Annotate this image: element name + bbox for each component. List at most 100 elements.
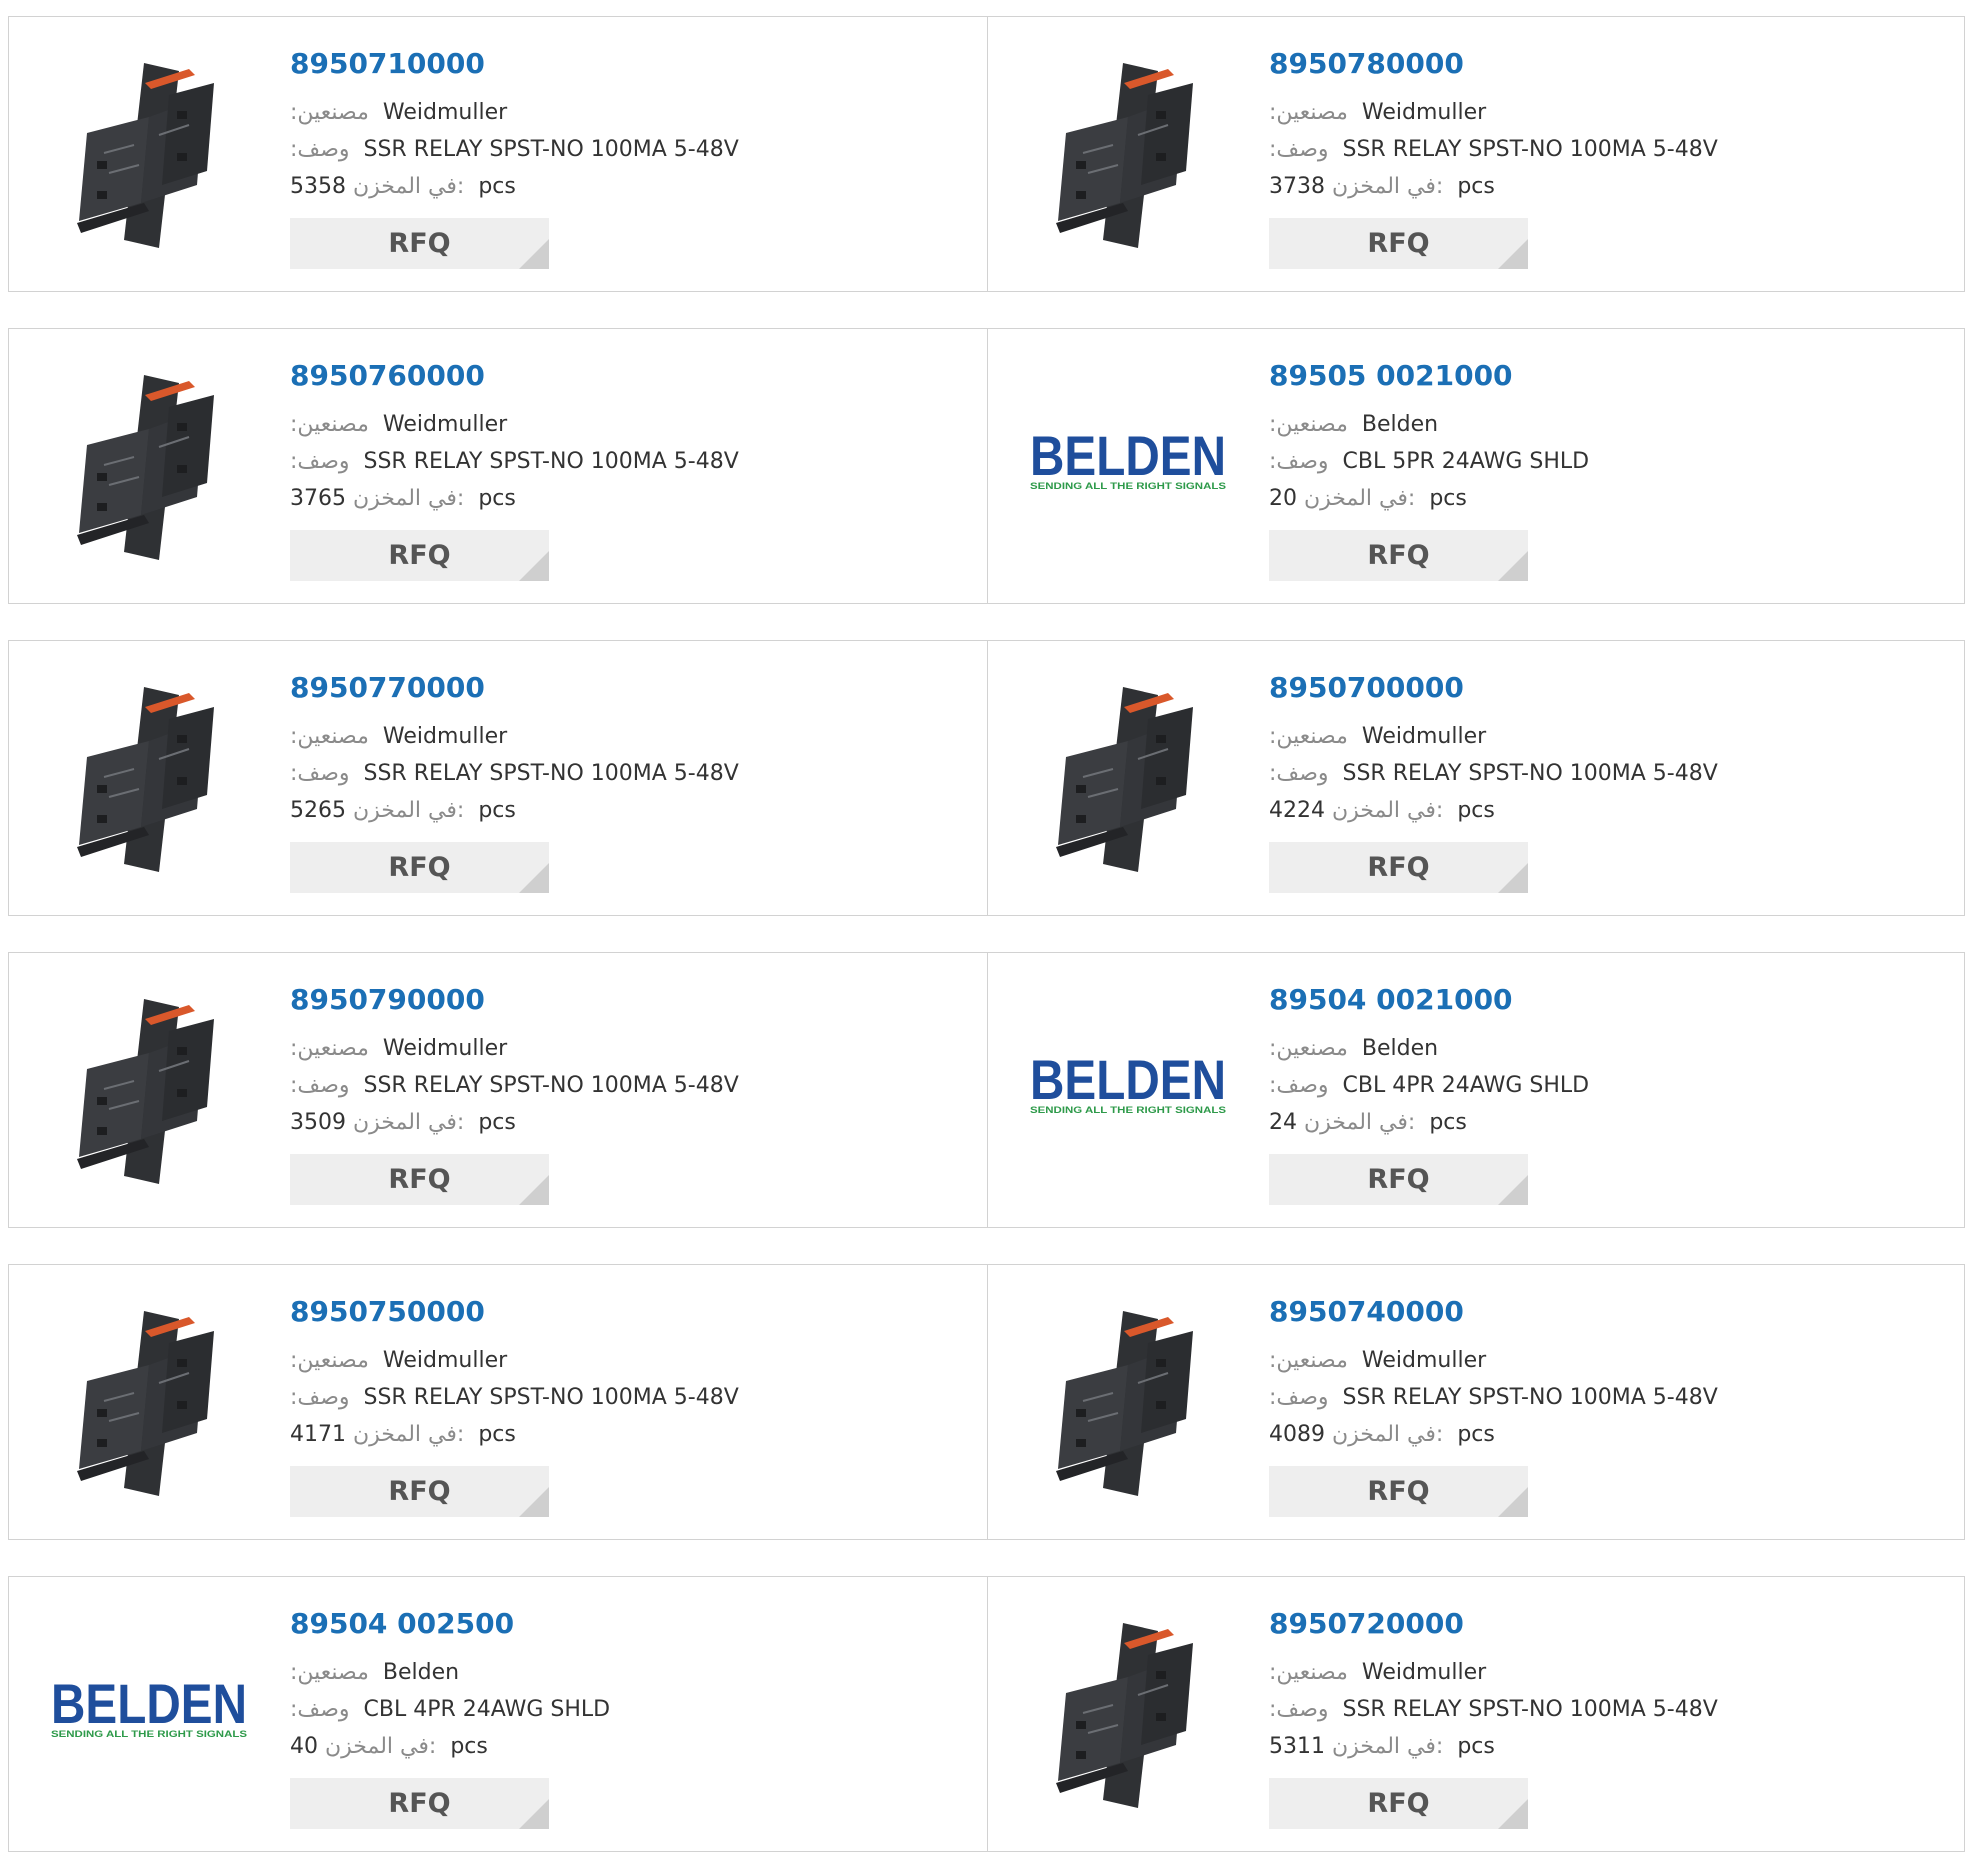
- stock-line: 3765 في المخزن: pcs: [290, 486, 516, 511]
- manufacturer-label: :مصنعين: [1269, 412, 1348, 437]
- relay-module-image[interactable]: [49, 677, 249, 877]
- belden-logo-tagline: SENDING ALL THE RIGHT SIGNALS: [51, 1729, 247, 1739]
- manufacturer-line: :مصنعين Weidmuller: [1269, 100, 1486, 125]
- part-number-link[interactable]: 8950740000: [1269, 1295, 1464, 1328]
- part-number-link[interactable]: 89504 0021000: [1269, 983, 1513, 1016]
- relay-module-image[interactable]: [1028, 53, 1228, 253]
- rfq-button[interactable]: RFQ: [1269, 218, 1528, 269]
- rfq-button[interactable]: RFQ: [1269, 1778, 1528, 1829]
- part-number-link[interactable]: 8950760000: [290, 359, 485, 392]
- relay-module-image[interactable]: [1028, 1301, 1228, 1501]
- product-card: 8950710000:مصنعين Weidmuller:وصف SSR REL…: [9, 17, 987, 291]
- rfq-label: RFQ: [1367, 1476, 1430, 1507]
- rfq-button[interactable]: RFQ: [290, 218, 549, 269]
- corner-fold-icon: [519, 551, 549, 581]
- part-number-link[interactable]: 8950770000: [290, 671, 485, 704]
- rfq-button[interactable]: RFQ: [1269, 1466, 1528, 1517]
- rfq-label: RFQ: [1367, 540, 1430, 571]
- product-row: 8950710000:مصنعين Weidmuller:وصف SSR REL…: [8, 16, 1965, 292]
- product-card: 8950720000 :مصنعين Weidmuller :وصف SSR REL…: [987, 1577, 1965, 1851]
- part-number-link[interactable]: 8950700000: [1269, 671, 1464, 704]
- description-label: :وصف: [290, 1073, 350, 1098]
- part-number-link[interactable]: 8950710000: [290, 47, 485, 80]
- manufacturer-label: :مصنعين: [1269, 724, 1348, 749]
- manufacturer-line: :مصنعين Belden: [1269, 412, 1438, 437]
- description-label: :وصف: [290, 1385, 350, 1410]
- part-number-link[interactable]: 89504 002500: [290, 1607, 514, 1640]
- description-line: :وصف SSR RELAY SPST-NO 100MA 5-48V: [1269, 1697, 1718, 1722]
- manufacturer-line: :مصنعين Weidmuller: [1269, 1348, 1486, 1373]
- relay-module-image[interactable]: [49, 989, 249, 1189]
- rfq-label: RFQ: [1367, 1164, 1430, 1195]
- stock-line: 24 في المخزن: pcs: [1269, 1110, 1467, 1135]
- description-line: :وصف CBL 5PR 24AWG SHLD: [1269, 449, 1589, 474]
- rfq-button[interactable]: RFQ: [1269, 1154, 1528, 1205]
- manufacturer-label: :مصنعين: [1269, 1348, 1348, 1373]
- part-number-link[interactable]: 8950750000: [290, 1295, 485, 1328]
- stock-unit: pcs: [1457, 1422, 1495, 1447]
- rfq-button[interactable]: RFQ: [1269, 842, 1528, 893]
- stock-unit: pcs: [478, 1422, 516, 1447]
- part-number-link[interactable]: 8950780000: [1269, 47, 1464, 80]
- product-row: 8950750000 :مصنعين Weidmuller :وصف SSR REL…: [8, 1264, 1965, 1540]
- manufacturer-value: Weidmuller: [1361, 1660, 1487, 1685]
- stock-line: 5358 في المخزن: pcs: [290, 174, 516, 199]
- description-value: SSR RELAY SPST-NO 100MA 5-48V: [1342, 1697, 1718, 1722]
- stock-unit: pcs: [478, 798, 516, 823]
- part-number-link[interactable]: 8950790000: [290, 983, 485, 1016]
- rfq-button[interactable]: RFQ: [290, 1154, 549, 1205]
- description-line: :وصف SSR RELAY SPST-NO 100MA 5-48V: [290, 1073, 739, 1098]
- description-value: SSR RELAY SPST-NO 100MA 5-48V: [363, 1385, 739, 1410]
- description-line: :وصف SSR RELAY SPST-NO 100MA 5-48V: [1269, 1385, 1718, 1410]
- description-label: :وصف: [1269, 761, 1329, 786]
- rfq-button[interactable]: RFQ: [290, 1778, 549, 1829]
- belden-logo-text: BELDEN: [51, 1672, 247, 1735]
- product-row: 8950770000 :مصنعين Weidmuller :وصف SSR REL…: [8, 640, 1965, 916]
- stock-value: 3509: [290, 1110, 346, 1135]
- corner-fold-icon: [519, 1487, 549, 1517]
- belden-logo-image[interactable]: BELDEN SENDING ALL THE RIGHT SIGNALS: [1028, 365, 1228, 565]
- part-number-link[interactable]: 89505 0021000: [1269, 359, 1513, 392]
- stock-label: في المخزن:: [353, 798, 465, 823]
- manufacturer-value: Weidmuller: [1361, 724, 1487, 749]
- manufacturer-value: Belden: [382, 1660, 460, 1685]
- part-number-link[interactable]: 8950720000: [1269, 1607, 1464, 1640]
- manufacturer-value: Weidmuller: [382, 1036, 508, 1061]
- stock-label: في المخزن:: [353, 1422, 465, 1447]
- stock-value: 3765: [290, 486, 346, 511]
- stock-label: في المخزن:: [1332, 174, 1444, 199]
- corner-fold-icon: [1498, 1175, 1528, 1205]
- description-value: SSR RELAY SPST-NO 100MA 5-48V: [1342, 1385, 1718, 1410]
- description-line: :وصف SSR RELAY SPST-NO 100MA 5-48V: [290, 449, 739, 474]
- corner-fold-icon: [1498, 1487, 1528, 1517]
- relay-module-image[interactable]: [1028, 1613, 1228, 1813]
- relay-module-image[interactable]: [49, 53, 249, 253]
- rfq-button[interactable]: RFQ: [290, 842, 549, 893]
- stock-line: 5311 في المخزن: pcs: [1269, 1734, 1495, 1759]
- rfq-button[interactable]: RFQ: [290, 530, 549, 581]
- description-line: :وصف SSR RELAY SPST-NO 100MA 5-48V: [290, 761, 739, 786]
- rfq-label: RFQ: [388, 852, 451, 883]
- manufacturer-label: :مصنعين: [290, 412, 369, 437]
- belden-logo-image[interactable]: BELDEN SENDING ALL THE RIGHT SIGNALS: [49, 1613, 249, 1813]
- stock-value: 4171: [290, 1422, 346, 1447]
- description-line: :وصف CBL 4PR 24AWG SHLD: [290, 1697, 610, 1722]
- corner-fold-icon: [1498, 863, 1528, 893]
- relay-module-image[interactable]: [49, 1301, 249, 1501]
- manufacturer-value: Belden: [1361, 412, 1439, 437]
- stock-value: 4089: [1269, 1422, 1325, 1447]
- description-value: SSR RELAY SPST-NO 100MA 5-48V: [363, 137, 739, 162]
- relay-module-image[interactable]: [49, 365, 249, 565]
- rfq-button[interactable]: RFQ: [290, 1466, 549, 1517]
- belden-logo-text: BELDEN: [1030, 424, 1226, 487]
- stock-unit: pcs: [450, 1734, 488, 1759]
- rfq-label: RFQ: [388, 1788, 451, 1819]
- product-card: 8950770000:مصنعين Weidmuller:وصف SSR REL…: [9, 641, 987, 915]
- manufacturer-line: :مصنعين Weidmuller: [1269, 1660, 1486, 1685]
- relay-module-image[interactable]: [1028, 677, 1228, 877]
- stock-unit: pcs: [1457, 1734, 1495, 1759]
- corner-fold-icon: [519, 863, 549, 893]
- stock-line: 5265 في المخزن: pcs: [290, 798, 516, 823]
- rfq-button[interactable]: RFQ: [1269, 530, 1528, 581]
- belden-logo-image[interactable]: BELDEN SENDING ALL THE RIGHT SIGNALS: [1028, 989, 1228, 1189]
